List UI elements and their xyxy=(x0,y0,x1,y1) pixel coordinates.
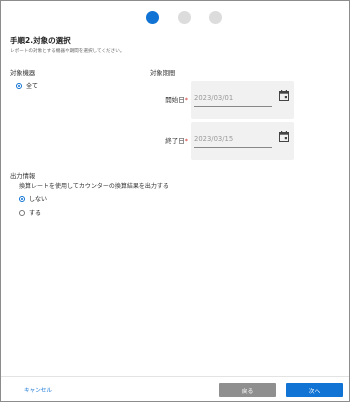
output-option-yes-radio[interactable]: する xyxy=(19,208,41,217)
page-subtitle: レポートの対象とする機器や期間を選択してください。 xyxy=(10,49,125,54)
output-option-no-radio[interactable]: しない xyxy=(19,194,47,203)
output-option-yes-label: する xyxy=(29,210,42,217)
start-date-underline xyxy=(194,106,272,107)
target-device-all-label: 全て xyxy=(26,83,39,90)
target-device-label: 対象機器 xyxy=(10,70,36,77)
end-date-label: 終了日* xyxy=(156,135,188,145)
calendar-icon[interactable] xyxy=(279,131,289,142)
output-info-question: 換算レートを使用してカウンターの換算結果を出力する xyxy=(19,183,169,190)
next-button[interactable]: 次へ xyxy=(286,383,343,397)
start-date-field[interactable]: 2023/03/01 xyxy=(191,81,294,119)
step-indicator-3 xyxy=(209,11,222,24)
end-date-label-text: 終了日 xyxy=(165,137,185,145)
required-mark: * xyxy=(184,137,188,145)
step-indicator-2 xyxy=(178,11,191,24)
target-period-label: 対象期間 xyxy=(150,70,176,77)
calendar-icon[interactable] xyxy=(279,90,289,101)
target-device-all-radio[interactable]: 全て xyxy=(16,81,38,90)
wizard-dialog: 手順2.対象の選択 レポートの対象とする機器や期間を選択してください。 対象機器… xyxy=(0,0,350,402)
start-date-label-text: 開始日 xyxy=(165,96,185,104)
end-date-underline xyxy=(194,147,272,148)
start-date-input[interactable]: 2023/03/01 xyxy=(194,94,270,102)
required-mark: * xyxy=(184,96,188,104)
footer-divider xyxy=(1,376,349,377)
radio-selected-icon xyxy=(19,195,25,202)
page-title: 手順2.対象の選択 xyxy=(10,36,71,45)
start-date-label: 開始日* xyxy=(156,94,188,104)
step-indicator-1 xyxy=(146,11,159,24)
end-date-field[interactable]: 2023/03/15 xyxy=(191,122,294,160)
output-option-no-label: しない xyxy=(29,196,48,203)
back-button[interactable]: 戻る xyxy=(219,383,276,397)
cancel-link[interactable]: キャンセル xyxy=(24,386,52,394)
output-info-label: 出力情報 xyxy=(10,173,36,180)
radio-unselected-icon xyxy=(19,209,25,216)
radio-selected-icon xyxy=(16,82,22,89)
end-date-input[interactable]: 2023/03/15 xyxy=(194,135,270,143)
